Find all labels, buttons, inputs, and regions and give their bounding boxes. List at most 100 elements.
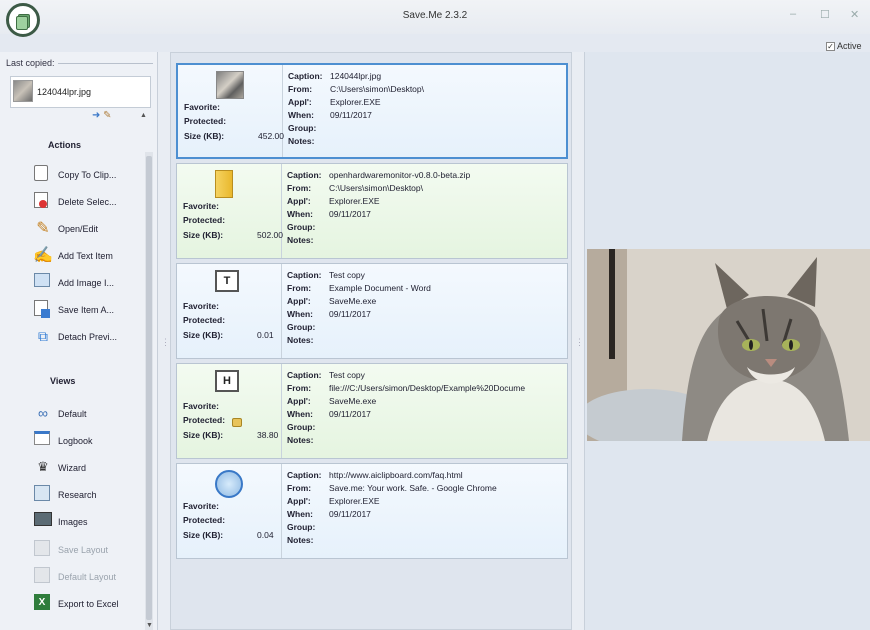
view-logbook[interactable]: Logbook [34,431,144,453]
sidebar-scrollbar[interactable] [145,152,153,630]
view-label: Default Layout [58,572,117,582]
text-document-icon: T [215,270,239,292]
clip-item[interactable]: T Favorite: Protected: Size (KB): 0.01 C… [176,263,568,359]
last-copied-item[interactable]: 124044lpr.jpg [10,76,151,108]
window-title: Save.Me 2.3.2 [402,10,468,21]
title-bar: Save.Me 2.3.2 – ☐ ✕ [0,0,870,34]
caption-value: 124044lpr.jpg [330,71,382,81]
divider [281,164,282,258]
views-heading: Views [50,376,76,386]
action-save-item-as[interactable]: Save Item A... [34,300,144,322]
action-label: Add Image I... [58,278,115,288]
group-label: Group: [288,123,317,133]
notes-label: Notes: [287,435,314,445]
size-value: 502.00 [257,230,283,240]
view-images[interactable]: Images [34,512,144,534]
scroll-down-icon[interactable]: ▼ [146,622,153,629]
appl-label: Appl': [288,97,312,107]
notes-label: Notes: [288,136,315,146]
group-label: Group: [287,422,316,432]
action-add-text-item[interactable]: ✍ Add Text Item [33,246,144,268]
action-delete-selected[interactable]: Delete Selec... [34,192,144,214]
size-label: Size (KB): [183,330,224,340]
grip-icon: ⋮ [161,337,170,347]
group-label: Group: [287,522,316,532]
from-value: Example Document - Word [329,283,431,293]
clip-item[interactable]: Favorite: Protected: Size (KB): 502.00 C… [176,163,568,259]
delete-icon [34,192,48,208]
from-value: C:\Users\simon\Desktop\ [330,84,424,94]
caption-value: http://www.aiclipboard.com/faq.html [329,470,463,480]
from-label: From: [287,183,312,193]
checkbox-mark: ✓ [826,42,835,52]
view-export-to-excel[interactable]: X Export to Excel [34,594,144,616]
pencil-icon[interactable]: ✎ [103,110,111,121]
clip-item[interactable]: Favorite: Protected: Size (KB): 0.04 Cap… [176,463,568,559]
preview-pane [584,52,870,630]
active-checkbox[interactable]: ✓ Active [826,41,862,52]
pencil-icon: ✎ [36,220,50,237]
action-copy-to-clipboard[interactable]: Copy To Clip... [34,165,144,187]
size-value: 452.00 [258,131,284,141]
left-sidebar: Last copied: 124044lpr.jpg ➜ ✎ ▲ Actions… [0,52,158,630]
when-value: 09/11/2017 [330,110,372,120]
from-value: C:\Users\simon\Desktop\ [329,183,423,193]
photo-thumbnail-icon [13,80,33,102]
view-default-layout: Default Layout [34,567,144,589]
from-value: file:///C:/Users/simon/Desktop/Example%2… [329,383,526,393]
right-splitter[interactable]: ⋮ [572,52,584,630]
clip-item[interactable]: H Favorite: Protected: Size (KB): 38.80 … [176,363,568,459]
view-save-layout: Save Layout [34,540,144,562]
scrollbar-thumb[interactable] [146,156,152,620]
lock-icon [232,418,242,427]
view-wizard[interactable]: ♛ Wizard [34,458,144,480]
arrow-icon[interactable]: ➜ [92,110,100,121]
divider [282,65,283,157]
caption-label: Caption: [287,270,322,280]
action-detach-preview[interactable]: ⧉ Detach Previ... [34,327,144,349]
app-logo-icon[interactable] [6,3,40,37]
cat-photo [587,249,870,441]
caption-label: Caption: [287,370,322,380]
when-value: 09/11/2017 [329,209,371,219]
web-globe-icon [215,470,243,498]
clip-item[interactable]: Favorite: Protected: Size (KB): 452.00 C… [176,63,568,159]
appl-value: Explorer.EXE [329,496,380,506]
divider [281,264,282,358]
from-label: From: [287,483,312,493]
default-layout-icon [34,567,50,583]
close-button[interactable]: ✕ [850,8,859,21]
actions-heading: Actions [48,140,82,150]
photo-thumbnail-icon [216,71,244,99]
action-label: Open/Edit [58,224,99,234]
add-text-icon: ✍ [33,247,53,264]
maximize-button[interactable]: ☐ [820,8,830,21]
caption-value: openhardwaremonitor-v0.8.0-beta.zip [329,170,471,180]
size-label: Size (KB): [183,230,224,240]
when-label: When: [287,309,313,319]
images-icon [34,512,52,526]
favorite-label: Favorite: [184,102,220,112]
active-label: Active [837,41,862,51]
view-label: Save Layout [58,545,109,555]
grip-icon: ⋮ [575,337,584,347]
action-add-image-item[interactable]: Add Image I... [34,273,144,295]
left-splitter[interactable]: ⋮ [158,52,170,630]
protected-label: Protected: [183,315,226,325]
view-default[interactable]: ∞ Default [34,404,144,426]
action-label: Detach Previ... [58,332,118,342]
html-document-icon: H [215,370,239,392]
appl-value: SaveMe.exe [329,296,377,306]
action-open-edit[interactable]: ✎ Open/Edit [34,219,144,241]
size-value: 38.80 [257,430,279,440]
favorite-label: Favorite: [183,501,219,511]
logbook-icon [34,431,50,445]
when-label: When: [287,409,313,419]
minimize-button[interactable]: – [790,8,796,20]
view-research[interactable]: Research [34,485,144,507]
when-label: When: [288,110,314,120]
scroll-up-icon[interactable]: ▲ [140,112,147,119]
notes-label: Notes: [287,335,314,345]
divider [281,364,282,458]
from-value: Save.me: Your work. Safe. - Google Chrom… [329,483,497,493]
